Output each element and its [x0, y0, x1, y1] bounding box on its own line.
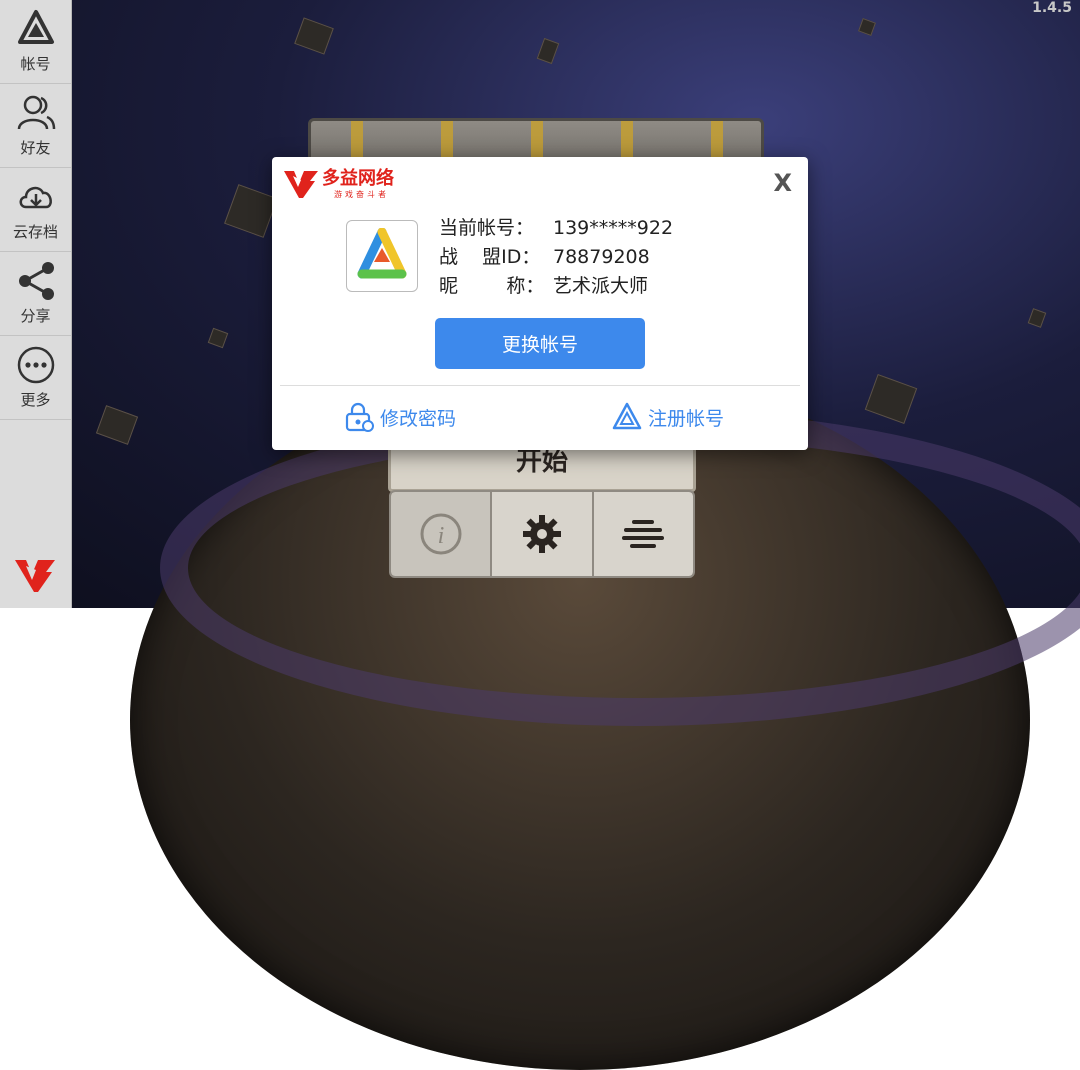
sidebar-item-label: 好友	[20, 139, 51, 157]
sidebar-item-label: 分享	[20, 307, 51, 325]
account-dialog: 多益网络 游戏奋斗者 X 当前帐号： 139*****922 战 盟ID： 78…	[272, 157, 808, 450]
close-button[interactable]: X	[773, 169, 792, 197]
sidebar-item-more[interactable]: 更多	[0, 336, 71, 420]
alliance-id-row: 战 盟ID： 78879208	[439, 243, 673, 272]
current-account-label: 当前帐号：	[439, 217, 535, 239]
duoyi-logo-icon	[15, 560, 55, 592]
account-info: 当前帐号： 139*****922 战 盟ID： 78879208 昵 称： 艺…	[439, 214, 673, 301]
close-icon: X	[773, 169, 792, 197]
info-button[interactable]: i	[391, 492, 493, 576]
change-password-label: 修改密码	[380, 407, 457, 430]
sidebar-item-label: 帐号	[20, 55, 51, 73]
brand: 多益网络 游戏奋斗者	[284, 169, 394, 200]
bars-icon	[622, 520, 665, 548]
sdk-sidebar: 帐号 好友 云存档 分享 更多	[0, 0, 72, 608]
sidebar-item-share[interactable]: 分享	[0, 252, 71, 336]
brand-tagline: 游戏奋斗者	[334, 190, 389, 199]
floating-rock	[95, 405, 139, 445]
floating-rock	[224, 184, 278, 238]
nickname-row: 昵 称： 艺术派大师	[439, 272, 673, 301]
brand-name: 多益网络	[322, 168, 394, 189]
sidebar-item-label: 更多	[20, 391, 51, 409]
share-icon	[18, 262, 54, 300]
triangle-logo-icon	[357, 228, 407, 279]
nickname-value: 艺术派大师	[553, 275, 649, 297]
floating-rock	[207, 327, 229, 349]
duoyi-logo-icon	[284, 171, 318, 198]
floating-rock	[858, 18, 876, 36]
current-account-value: 139*****922	[553, 217, 674, 239]
version-label: 1.4.5	[1032, 0, 1072, 16]
settings-button[interactable]	[492, 492, 594, 576]
menu-button[interactable]	[593, 492, 693, 576]
register-icon	[612, 402, 642, 430]
account-icon	[17, 10, 54, 44]
alliance-id-label: 战 盟ID：	[439, 246, 541, 268]
floating-rock	[294, 17, 334, 55]
nickname-label: 昵 称：	[439, 275, 545, 297]
floating-rock	[536, 37, 560, 65]
game-app-icon	[346, 220, 418, 292]
sidebar-item-cloud-save[interactable]: 云存档	[0, 168, 71, 252]
floating-rock	[1027, 308, 1047, 328]
svg-text:i: i	[437, 523, 444, 549]
change-password-link[interactable]: 修改密码	[344, 402, 456, 432]
divider	[280, 385, 800, 386]
friends-icon	[17, 95, 55, 130]
sidebar-item-friends[interactable]: 好友	[0, 84, 71, 168]
register-account-label: 注册帐号	[648, 407, 725, 430]
register-account-link[interactable]: 注册帐号	[612, 402, 724, 432]
switch-account-button[interactable]: 更换帐号	[435, 318, 645, 369]
game-control-bar: i	[389, 490, 695, 578]
floating-rock	[864, 373, 918, 425]
sidebar-item-label: 云存档	[12, 223, 58, 241]
info-icon: i	[420, 513, 462, 555]
alliance-id-value: 78879208	[553, 246, 650, 268]
sidebar-item-account[interactable]: 帐号	[0, 0, 71, 84]
more-icon	[17, 346, 54, 384]
cloud-save-icon	[19, 186, 52, 209]
current-account-row: 当前帐号： 139*****922	[439, 214, 673, 243]
gear-icon	[522, 515, 561, 553]
lock-icon	[345, 402, 374, 432]
